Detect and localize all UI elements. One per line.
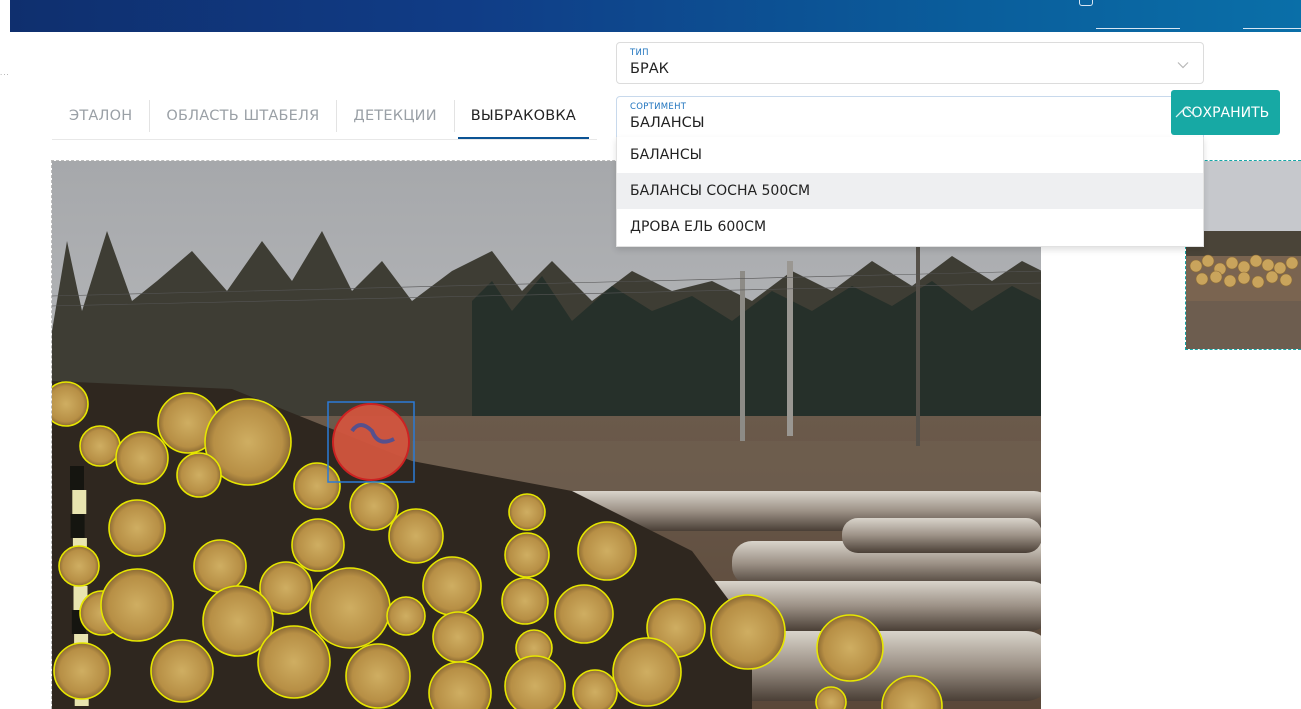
log-detection[interactable]: [79, 425, 121, 467]
dropdown-option[interactable]: БАЛАНСЫ: [617, 137, 1203, 173]
log-detection[interactable]: [386, 596, 426, 636]
thumb-log: [1195, 272, 1209, 286]
tab-detections[interactable]: ДЕТЕКЦИИ: [336, 92, 453, 140]
log-detection[interactable]: [388, 508, 444, 564]
log-detection[interactable]: [577, 521, 637, 581]
utility-pole: [787, 261, 793, 436]
tabs-divider: [52, 139, 597, 140]
log-detection[interactable]: [501, 577, 549, 625]
assortment-select-value: БАЛАНСЫ: [630, 115, 705, 131]
log-detection[interactable]: [345, 643, 411, 709]
utility-pole: [740, 271, 745, 441]
ruler-segment: [70, 466, 84, 490]
thumb-log: [1225, 256, 1239, 270]
type-select-value: БРАК: [630, 61, 669, 77]
log-detection[interactable]: [432, 611, 484, 663]
dropdown-option[interactable]: ДРОВА ЕЛЬ 600СМ: [617, 209, 1203, 245]
log-detection[interactable]: [53, 642, 111, 700]
thumb-log: [1209, 270, 1223, 284]
utility-pole: [916, 246, 920, 446]
assortment-select[interactable]: СОРТИМЕНТ БАЛАНСЫ: [616, 96, 1204, 138]
log-detection[interactable]: [349, 481, 399, 531]
log-detection[interactable]: [710, 594, 786, 670]
header-link-partial-2[interactable]: [1243, 28, 1301, 29]
thumb-log: [1261, 258, 1275, 272]
assortment-dropdown: БАЛАНСЫ БАЛАНСЫ СОСНА 500СМ ДРОВА ЕЛЬ 60…: [616, 137, 1204, 247]
log-detection[interactable]: [293, 462, 341, 510]
header-link-partial[interactable]: [1096, 28, 1180, 29]
log-detection[interactable]: [193, 539, 247, 593]
log-detection[interactable]: [816, 614, 884, 682]
type-select-label: ТИП: [630, 48, 649, 58]
log-detection[interactable]: [150, 639, 214, 703]
type-select[interactable]: ТИП БРАК: [616, 42, 1204, 84]
thumb-log: [1237, 260, 1251, 274]
log-detection[interactable]: [612, 637, 682, 707]
log-detection[interactable]: [508, 493, 546, 531]
edge-dots: ...: [0, 68, 10, 77]
log-detection[interactable]: [815, 686, 847, 709]
log-detection[interactable]: [504, 655, 566, 709]
log-detection[interactable]: [176, 452, 222, 498]
log-detection[interactable]: [115, 431, 169, 485]
tab-stack-area[interactable]: ОБЛАСТЬ ШТАБЕЛЯ: [149, 92, 336, 140]
thumb-log: [1189, 259, 1203, 273]
thumb-log: [1251, 275, 1265, 289]
tab-rejection[interactable]: ВЫБРАКОВКА: [453, 92, 593, 140]
log-detection[interactable]: [422, 556, 482, 616]
log-detection[interactable]: [257, 625, 331, 699]
thumb-log: [1201, 254, 1215, 268]
thumb-log: [1265, 270, 1279, 284]
log-detection[interactable]: [108, 499, 166, 557]
ruler-segment: [70, 514, 85, 538]
chevron-down-icon[interactable]: [1177, 59, 1189, 71]
header-icon-partial[interactable]: [1079, 0, 1093, 6]
log-detection[interactable]: [291, 518, 345, 572]
thumb-log: [1223, 274, 1237, 288]
ruler-segment: [72, 490, 87, 514]
log-detection[interactable]: [100, 568, 174, 642]
log-detection[interactable]: [309, 567, 391, 649]
log-detection[interactable]: [52, 381, 89, 427]
dropdown-option[interactable]: БАЛАНСЫ СОСНА 500СМ: [617, 173, 1203, 209]
thumb-log: [1249, 254, 1263, 268]
assortment-select-label: СОРТИМЕНТ: [630, 102, 687, 112]
log-detection[interactable]: [58, 545, 100, 587]
thumb-log: [1279, 273, 1293, 287]
log-detection[interactable]: [504, 532, 550, 578]
tab-bar: ЭТАЛОН ОБЛАСТЬ ШТАБЕЛЯ ДЕТЕКЦИИ ВЫБРАКОВ…: [52, 92, 593, 140]
tab-etalon[interactable]: ЭТАЛОН: [52, 92, 149, 140]
thumb-log: [1285, 256, 1299, 270]
thumb-log: [1237, 271, 1251, 285]
log-detection[interactable]: [572, 669, 618, 709]
top-header-bar: [10, 0, 1301, 32]
chevron-up-icon: [1175, 106, 1197, 118]
save-button[interactable]: СОХРАНИТЬ: [1171, 90, 1280, 135]
log-detection[interactable]: [554, 584, 614, 644]
